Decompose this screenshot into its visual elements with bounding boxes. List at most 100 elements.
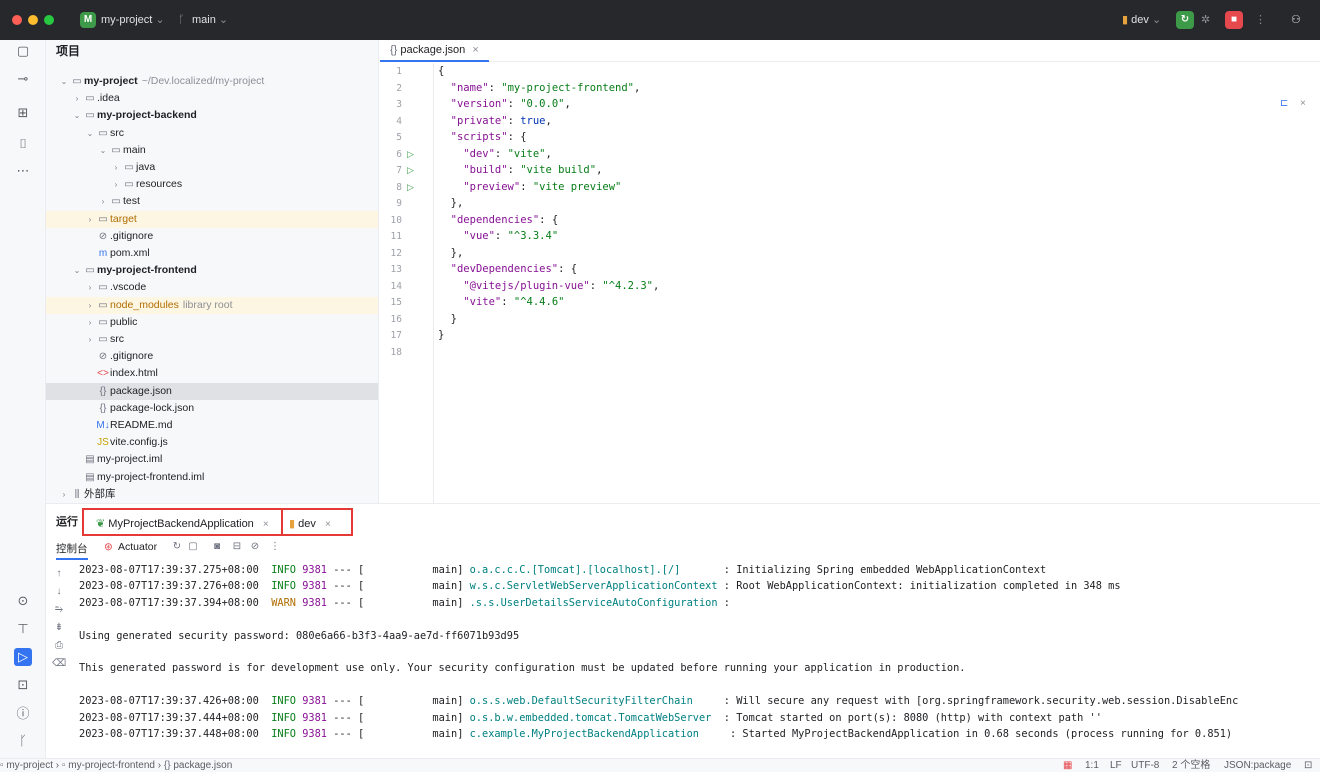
screenshot-icon[interactable]: ◙ <box>210 540 224 554</box>
run-script-icon[interactable]: ▷ <box>407 179 414 196</box>
tree-item[interactable]: ▤ my-project.iml <box>46 451 378 468</box>
tree-item-label: vite.config.js <box>110 436 168 449</box>
module-icon: ▫ <box>0 760 4 771</box>
tree-item[interactable]: › ▭ target <box>46 210 378 228</box>
lock-icon[interactable]: ⊡ <box>1304 759 1312 772</box>
tree-item[interactable]: › ▭ public <box>46 314 378 331</box>
scroll-to-end-icon[interactable]: ⇟ <box>52 621 66 635</box>
rerun-icon[interactable]: ↻ <box>170 540 184 554</box>
tree-item[interactable]: › ▭ .idea <box>46 90 378 107</box>
tree-item[interactable]: m pom.xml <box>46 245 378 262</box>
problems-icon[interactable]: ⓘ <box>14 705 32 723</box>
close-icon[interactable]: × <box>1300 98 1306 109</box>
close-icon[interactable]: × <box>263 519 269 530</box>
stop-icon[interactable]: ▢ <box>186 540 200 554</box>
json-schema[interactable]: JSON:package <box>1224 759 1291 772</box>
chevron-down-icon[interactable]: ⌄ <box>71 107 83 124</box>
chevron-right-icon[interactable]: › <box>97 193 109 210</box>
file-encoding[interactable]: UTF-8 <box>1131 759 1159 772</box>
services-icon[interactable]: ⊙ <box>14 592 32 610</box>
debug-icon[interactable]: ✲ <box>1201 0 1210 40</box>
run-script-icon[interactable]: ▷ <box>407 162 414 179</box>
trash-icon[interactable]: ⌫ <box>52 657 66 671</box>
tree-item[interactable]: › ▭ .vscode <box>46 279 378 296</box>
chevron-down-icon[interactable]: ⌄ <box>84 125 96 142</box>
chevron-right-icon[interactable]: › <box>58 486 70 503</box>
chevron-down-icon[interactable]: ⌄ <box>58 73 70 90</box>
print-icon[interactable]: ⎙ <box>52 639 66 653</box>
arrow-down-icon[interactable]: ↓ <box>52 585 66 599</box>
chevron-down-icon[interactable]: ⌄ <box>71 262 83 279</box>
more-actions-icon[interactable]: ⋮ <box>1255 0 1266 40</box>
tree-item[interactable]: {} package-lock.json <box>46 400 378 417</box>
tree-item[interactable]: ⊘ .gitignore <box>46 348 378 365</box>
tree-item[interactable]: ⊘ .gitignore <box>46 228 378 245</box>
run-tool-icon[interactable]: ▷ <box>14 648 32 666</box>
project-switcher[interactable]: my-project ⌄ <box>101 0 165 40</box>
layout-icon[interactable]: ⊟ <box>230 540 244 554</box>
branch-switcher[interactable]: main ⌄ <box>192 0 228 40</box>
project-view-icon[interactable]: ▢ <box>14 42 32 60</box>
breadcrumb-item[interactable]: package.json <box>173 760 232 771</box>
left-tool-strip: ▢ ⊸ ⊞ ⌷ ⋯ ⊙ ⊤ ▷ ⊡ ⓘ ᚴ <box>0 40 46 758</box>
rerun-button[interactable]: ↻ <box>1176 11 1194 29</box>
line-separator[interactable]: LF <box>1110 759 1122 772</box>
bookmarks-icon[interactable]: ⌷ <box>14 135 32 153</box>
tree-item[interactable]: › ⫼ 外部库 <box>46 486 378 503</box>
chevron-right-icon[interactable]: › <box>71 90 83 107</box>
chevron-right-icon[interactable]: › <box>84 331 96 348</box>
close-window-button[interactable] <box>12 15 22 25</box>
more-tools-icon[interactable]: ⋯ <box>14 162 32 180</box>
tree-item[interactable]: M↓README.md <box>46 417 378 434</box>
more-actions-icon[interactable]: ⋮ <box>268 540 282 554</box>
chevron-right-icon[interactable]: › <box>110 176 122 193</box>
breadcrumb-item[interactable]: my-project <box>6 760 53 771</box>
structure-icon[interactable]: ⊞ <box>14 104 32 122</box>
tree-item[interactable]: ⌄ ▭ main <box>46 142 378 159</box>
tree-item[interactable]: JSvite.config.js <box>46 434 378 451</box>
chevron-right-icon[interactable]: › <box>110 159 122 176</box>
tree-item[interactable]: ⌄ ▭ my-project-frontend <box>46 262 378 279</box>
tree-item[interactable]: › ▭ node_modules library root <box>46 296 378 314</box>
indent-setting[interactable]: 2 个空格 <box>1172 759 1210 772</box>
caret-position[interactable]: 1:1 <box>1085 759 1099 772</box>
stop-button[interactable]: ■ <box>1225 11 1243 29</box>
terminal-icon[interactable]: ⊡ <box>14 676 32 694</box>
console-tab[interactable]: 控制台 <box>56 541 88 560</box>
chevron-right-icon[interactable]: › <box>84 211 96 228</box>
soft-wrap-icon[interactable]: ⥱ <box>52 603 66 617</box>
tab-package-json[interactable]: {} package.json × <box>380 40 489 62</box>
run-script-icon[interactable]: ▷ <box>407 146 414 163</box>
tree-item[interactable]: ⌄ ▭ my-project ~/Dev.localized/my-project <box>46 73 378 90</box>
breadcrumb-item[interactable]: my-project-frontend <box>68 760 155 771</box>
tree-item[interactable]: › ▭ resources <box>46 176 378 193</box>
chevron-down-icon[interactable]: ⌄ <box>97 142 109 159</box>
close-icon[interactable]: × <box>472 44 478 56</box>
chevron-right-icon[interactable]: › <box>84 297 96 314</box>
tree-item[interactable]: <>index.html <box>46 365 378 382</box>
user-icon[interactable]: ⚇ <box>1291 0 1301 40</box>
run-tab-backend[interactable]: ❦ MyProjectBackendApplication × <box>82 508 283 536</box>
commit-icon[interactable]: ⊸ <box>14 70 32 88</box>
tree-item[interactable]: {} package.json <box>46 382 378 400</box>
close-icon[interactable]: × <box>325 519 331 530</box>
ai-assist-icon[interactable]: ⊏ <box>1280 98 1288 109</box>
search-icon[interactable]: ⊘ <box>248 540 262 554</box>
chevron-right-icon[interactable]: › <box>84 314 96 331</box>
run-config-selector[interactable]: ▮ dev ⌄ <box>1122 0 1161 40</box>
run-tab-dev[interactable]: ▮ dev × <box>281 508 353 536</box>
actuator-tab[interactable]: Actuator <box>118 541 157 553</box>
minimize-window-button[interactable] <box>28 15 38 25</box>
build-icon[interactable]: ⊤ <box>14 620 32 638</box>
maximize-window-button[interactable] <box>44 15 54 25</box>
folder-icon: ▭ <box>111 196 121 208</box>
tree-item[interactable]: ⌄ ▭ my-project-backend <box>46 107 378 124</box>
tree-item[interactable]: › ▭ java <box>46 159 378 176</box>
tree-item[interactable]: ▤ my-project-frontend.iml <box>46 469 378 486</box>
tree-item[interactable]: › ▭ test <box>46 193 378 210</box>
tree-item[interactable]: ⌄ ▭ src <box>46 125 378 142</box>
arrow-up-icon[interactable]: ↑ <box>52 567 66 581</box>
tree-item[interactable]: › ▭ src <box>46 331 378 348</box>
git-icon[interactable]: ᚴ <box>14 732 32 750</box>
chevron-right-icon[interactable]: › <box>84 279 96 296</box>
